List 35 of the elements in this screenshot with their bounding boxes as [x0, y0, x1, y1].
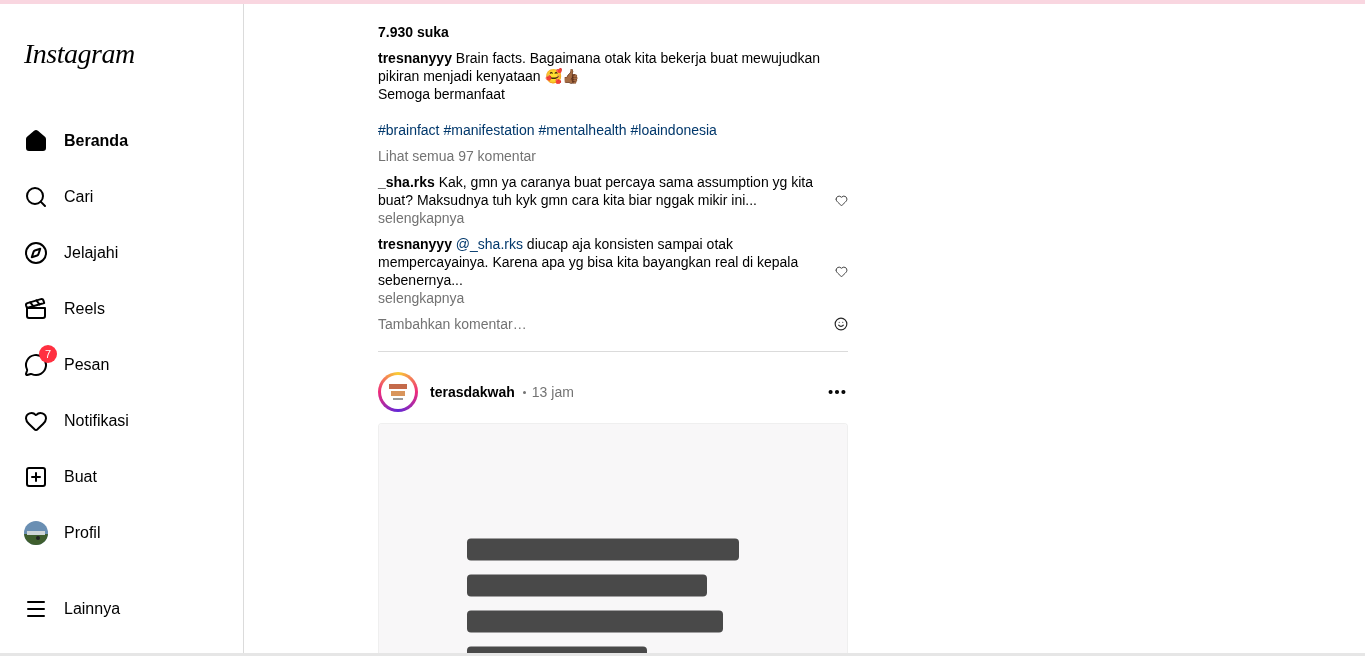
separator-dot — [522, 390, 526, 394]
author-name[interactable]: terasdakwah — [430, 383, 515, 401]
nav-item[interactable]: Reels — [12, 285, 117, 333]
like-comment-icon[interactable] — [835, 193, 848, 207]
nav-item[interactable]: Lainnya — [12, 585, 133, 633]
like-comment-icon[interactable] — [835, 264, 848, 278]
heart-icon — [24, 409, 48, 433]
likes-count: 7.930 suka — [378, 23, 449, 41]
comment-text: tresnanyyy @_sha.rks diucap aja konsisten sampai otak mempercayainya. Karena apa yg bisa kita bayangkan real di kepala sebenernya... — [378, 235, 800, 289]
post-time: 13 jam — [531, 383, 574, 401]
instagram-logo[interactable]: Instagram — [12, 4, 147, 98]
nav-item[interactable]: 7 Pesan — [12, 341, 122, 389]
unread-badge: 7 — [39, 345, 57, 363]
hashtag-link[interactable]: #mentalhealth — [538, 121, 627, 139]
nav-item[interactable]: Jelajahi — [12, 229, 131, 277]
post-caption: tresnanyyy Brain facts. Bagaimana otak kita bekerja buat mewujudkan pikiran menjadi kenyataan 🥰👍🏾 Semoga bermanfaat — [378, 49, 822, 103]
view-comments-link[interactable]: Lihat semua 97 komentar — [378, 147, 536, 165]
hashtag-link[interactable]: #manifestation — [443, 121, 535, 139]
more-link[interactable]: selengkapnya — [378, 209, 465, 227]
mention-link[interactable]: @_sha.rks — [455, 236, 523, 252]
search-icon — [24, 185, 48, 209]
comment-text: _sha.rks Kak, gmn ya caranya buat percaya sama assumption yg kita buat? Maksudnya tuh kyk gmn cara kita biar nggak mikir ini... — [378, 173, 815, 209]
nav-item[interactable]: Profil — [12, 509, 113, 557]
more-link[interactable]: selengkapnya — [378, 289, 465, 307]
emoji-icon[interactable] — [834, 317, 848, 331]
clapperboard-icon — [24, 297, 48, 321]
home-icon — [24, 129, 48, 153]
hashtag-link[interactable]: #brainfact — [378, 121, 440, 139]
plus-square-icon — [24, 465, 48, 489]
nav-item[interactable]: Beranda — [12, 117, 141, 165]
compass-icon — [24, 241, 48, 265]
nav-item[interactable]: Notifikasi — [12, 397, 141, 445]
hashtag-link[interactable]: #loaindonesia — [630, 121, 717, 139]
nav-item[interactable]: Cari — [12, 173, 106, 221]
nav-item[interactable]: Buat — [12, 453, 109, 501]
